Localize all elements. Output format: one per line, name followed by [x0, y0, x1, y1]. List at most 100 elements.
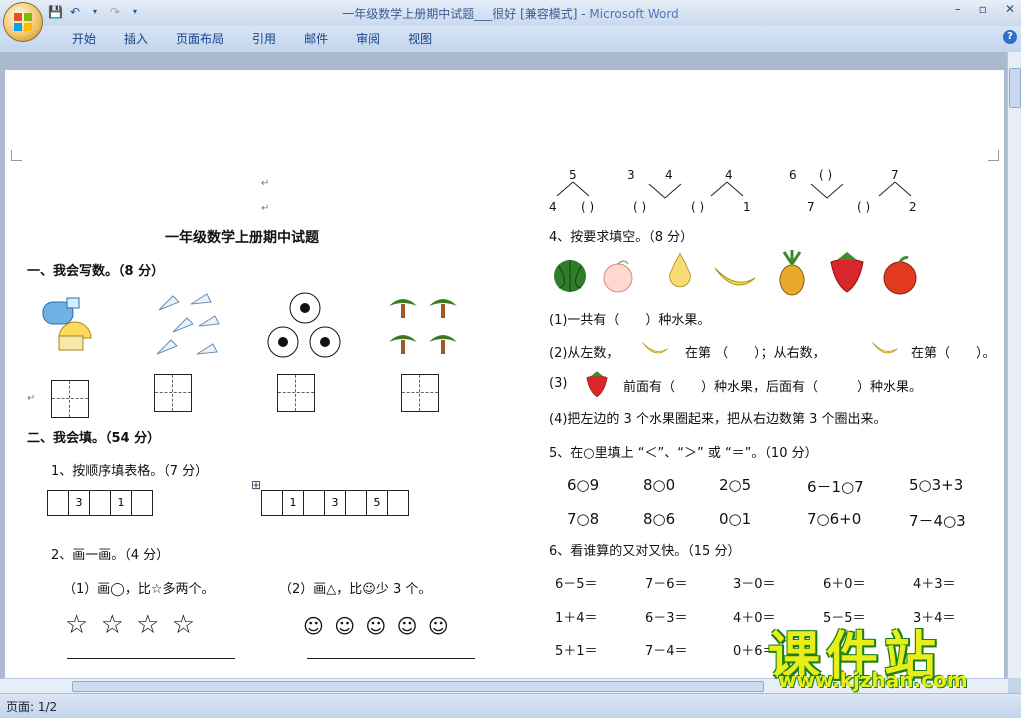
tab-references[interactable]: 引用	[238, 30, 290, 48]
write-number-box[interactable]	[154, 374, 192, 412]
decomp-left[interactable]: ( )	[857, 200, 870, 214]
table-move-handle[interactable]: ⊞	[251, 478, 261, 492]
document-area: ↵ ↵ 一年级数学上册期中试题 一、我会写数。（8 分） ↵ 二、我会填。（54…	[0, 52, 1008, 678]
scroll-thumb[interactable]	[72, 681, 764, 692]
compare-item[interactable]: 2○5	[719, 476, 751, 494]
calc-item[interactable]: 4＋3＝	[913, 573, 956, 592]
sequence-cell[interactable]	[90, 491, 111, 515]
title-bar: 💾 ↶ ▾ ↷ ▾ 一年级数学上册期中试题___很好 [兼容模式] - Micr…	[0, 0, 1021, 26]
decomp-top: 5	[569, 168, 577, 182]
calc-item[interactable]: 1＋4＝	[555, 607, 598, 626]
q4-part-4: (4)把左边的 3 个水果圈起来，把从右边数第 3 个圈出来。	[549, 412, 887, 427]
sequence-cell[interactable]	[346, 491, 367, 515]
decomp-top-right: 4	[665, 168, 673, 182]
section-2-heading: 二、我会填。（54 分）	[27, 431, 161, 446]
question-6-label: 6、看谁算的又对又快。（15 分）	[549, 544, 741, 559]
doc-title: 一年级数学上册期中试题	[165, 230, 319, 246]
sequence-cell[interactable]	[262, 491, 283, 515]
minimize-button[interactable]: –	[955, 2, 961, 16]
office-button[interactable]	[3, 2, 43, 42]
paragraph-mark: ↵	[261, 178, 270, 189]
q4-part-3a: (3)	[549, 376, 568, 391]
question-5-label: 5、在○里填上 “＜”、“＞” 或 “＝”。（10 分）	[549, 446, 818, 461]
compare-item[interactable]: 5○3+3	[909, 476, 963, 494]
draw-task-2: （2）画△，比☺少 3 个。	[279, 582, 432, 597]
banana-icon	[872, 342, 898, 354]
pear-image	[669, 252, 691, 288]
peach-image	[603, 260, 633, 293]
page-counter[interactable]: 页面: 1/2	[6, 698, 57, 715]
sequence-cell[interactable]	[132, 491, 152, 515]
sequence-cell: 1	[283, 491, 304, 515]
site-watermark: 课件站 www.kjzhan.com	[768, 614, 1006, 694]
calc-item[interactable]: 7－4＝	[645, 640, 688, 659]
strawberry-icon	[586, 371, 608, 398]
compare-item[interactable]: 7○8	[567, 510, 599, 528]
calc-item[interactable]: 6＋0＝	[823, 573, 866, 592]
scroll-thumb[interactable]	[1009, 68, 1021, 108]
tab-view[interactable]: 视图	[394, 30, 446, 48]
tab-mailings[interactable]: 邮件	[290, 30, 342, 48]
decomp-bottom: 7	[807, 200, 815, 214]
write-number-box[interactable]	[277, 374, 315, 412]
margin-corner-mark	[11, 150, 22, 161]
strawberry-image	[830, 252, 864, 293]
number-decomposition-row	[556, 181, 912, 199]
question-2-label: 2、画一画。（4 分）	[51, 548, 170, 563]
decomp-right: 2	[909, 200, 917, 214]
compare-item[interactable]: 6○9	[567, 476, 599, 494]
compare-item[interactable]: 7○6+0	[807, 510, 861, 528]
window-title: 一年级数学上册期中试题___很好 [兼容模式] - Microsoft Word	[0, 5, 1021, 22]
sequence-table-2: 1 3 5	[261, 490, 409, 516]
tab-page-layout[interactable]: 页面布局	[162, 30, 238, 48]
app-name: Microsoft Word	[589, 7, 679, 21]
calc-item[interactable]: 6－3＝	[645, 607, 688, 626]
shuttlecocks-image	[156, 293, 220, 355]
compare-item[interactable]: 6－1○7	[807, 476, 864, 497]
paragraph-mark: ↵	[27, 393, 36, 404]
tab-home[interactable]: 开始	[58, 30, 110, 48]
decomp-right[interactable]: ( )	[581, 200, 594, 214]
calc-item[interactable]: 3－0＝	[733, 573, 776, 592]
decomp-left[interactable]: ( )	[691, 200, 704, 214]
compare-item[interactable]: 0○1	[719, 510, 751, 528]
sequence-cell: 1	[111, 491, 132, 515]
compare-item[interactable]: 8○6	[643, 510, 675, 528]
calc-item[interactable]: 6－5＝	[555, 573, 598, 592]
document-page[interactable]: ↵ ↵ 一年级数学上册期中试题 一、我会写数。（8 分） ↵ 二、我会填。（54…	[5, 70, 1004, 678]
help-icon[interactable]: ?	[1003, 30, 1017, 44]
calc-item[interactable]: 7－6＝	[645, 573, 688, 592]
apple-image	[883, 256, 917, 295]
banana-image	[714, 267, 756, 286]
decomp-top: 7	[891, 168, 899, 182]
q4-part-2b: 在第 （ ）；从右数，	[685, 346, 826, 361]
decomp-top-right[interactable]: ( )	[819, 168, 832, 182]
question-1-label: 1、按顺序填表格。（7 分）	[51, 464, 209, 479]
answer-line[interactable]	[67, 658, 235, 659]
maximize-button[interactable]: ▫	[979, 2, 987, 16]
sequence-table-1: 3 1	[47, 490, 153, 516]
sequence-cell[interactable]	[388, 491, 408, 515]
vertical-scrollbar[interactable]	[1007, 52, 1021, 678]
section-1-heading: 一、我会写数。（8 分）	[27, 264, 165, 279]
write-number-box[interactable]	[401, 374, 439, 412]
close-button[interactable]: ✕	[1005, 2, 1015, 16]
sequence-cell[interactable]	[48, 491, 69, 515]
banana-icon	[642, 342, 668, 354]
tab-insert[interactable]: 插入	[110, 30, 162, 48]
q4-part-2a: (2)从左数，	[549, 346, 620, 361]
window-controls: – ▫ ✕	[955, 2, 1015, 16]
decomp-bottom[interactable]: ( )	[633, 200, 646, 214]
compare-item[interactable]: 7－4○3	[909, 510, 966, 531]
sequence-cell[interactable]	[304, 491, 325, 515]
decomp-top-left: 3	[627, 168, 635, 182]
question-4-label: 4、按要求填空。（8 分）	[549, 230, 694, 245]
document-title: 一年级数学上册期中试题___很好 [兼容模式] -	[342, 7, 590, 21]
pineapple-image	[779, 250, 805, 296]
tab-review[interactable]: 审阅	[342, 30, 394, 48]
answer-line[interactable]	[307, 658, 475, 659]
calc-item[interactable]: 5＋1＝	[555, 640, 598, 659]
compare-item[interactable]: 8○0	[643, 476, 675, 494]
watermark-url: www.kjzhan.com	[778, 668, 968, 692]
write-number-box[interactable]	[51, 380, 89, 418]
